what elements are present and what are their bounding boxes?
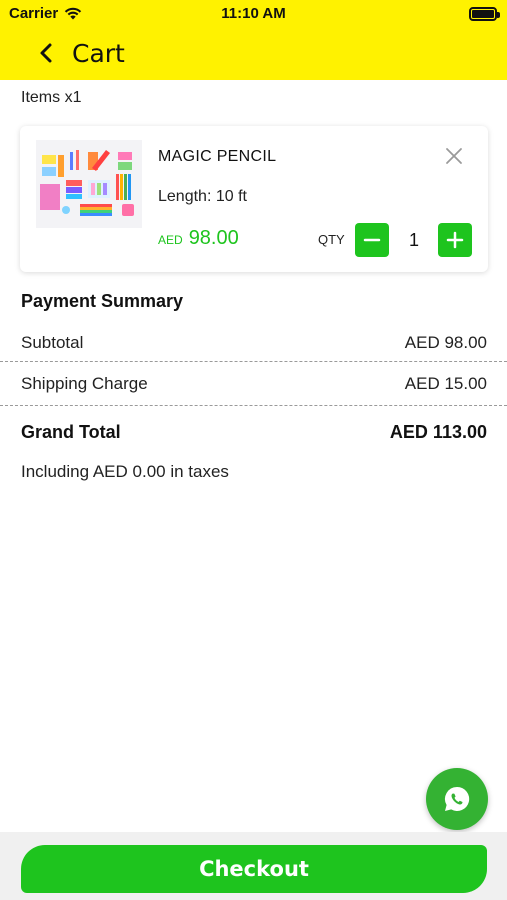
product-image[interactable] <box>36 140 142 228</box>
page-title: Cart <box>72 39 125 68</box>
checkout-button[interactable]: Checkout <box>21 845 487 893</box>
qty-value: 1 <box>408 230 419 250</box>
grand-total-value: AED 113.00 <box>389 422 487 442</box>
status-time: 11:10 AM <box>221 5 286 22</box>
items-count: Items x1 <box>21 89 82 106</box>
back-button[interactable] <box>32 38 60 68</box>
price-currency: AED <box>158 233 183 247</box>
status-bar: Carrier 11:10 AM <box>0 0 507 28</box>
shipping-row: Shipping Charge AED 15.00 <box>0 363 507 406</box>
payment-summary-title: Payment Summary <box>21 291 184 311</box>
decrease-qty-button[interactable] <box>355 223 389 257</box>
price-amount: 98.00 <box>188 227 239 249</box>
qty-label: QTY <box>318 232 345 247</box>
product-variant: Length: 10 ft <box>158 188 247 205</box>
plus-icon <box>446 231 464 249</box>
shipping-value: AED 15.00 <box>404 374 487 393</box>
cart-item-card: MAGIC PENCIL Length: 10 ft AED 98.00 QTY… <box>20 126 488 272</box>
tax-note: Including AED 0.00 in taxes <box>21 462 229 481</box>
close-icon <box>446 148 462 164</box>
minus-icon <box>363 238 381 242</box>
subtotal-row: Subtotal AED 98.00 <box>0 322 507 362</box>
whatsapp-icon <box>444 786 470 811</box>
subtotal-value: AED 98.00 <box>404 333 487 352</box>
whatsapp-button[interactable] <box>426 768 488 830</box>
remove-item-button[interactable] <box>444 146 464 166</box>
shipping-label: Shipping Charge <box>21 374 148 393</box>
app-header: Carrier 11:10 AM Cart <box>0 0 507 80</box>
product-name[interactable]: MAGIC PENCIL <box>158 148 276 166</box>
grand-total-row: Grand Total AED 113.00 <box>0 411 507 451</box>
increase-qty-button[interactable] <box>438 223 472 257</box>
battery-icon <box>469 7 500 21</box>
grand-total-label: Grand Total <box>21 422 121 442</box>
subtotal-label: Subtotal <box>21 333 84 352</box>
product-price: AED 98.00 <box>158 227 239 250</box>
nav-bar: Cart <box>0 32 507 76</box>
back-chevron-icon <box>40 43 52 63</box>
